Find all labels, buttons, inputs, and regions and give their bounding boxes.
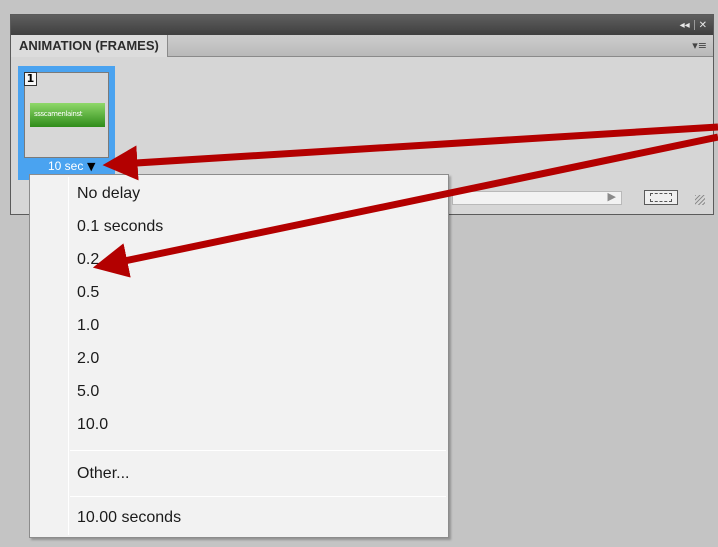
frame-1[interactable]: ssscamenlainst 1 10 sec ▼ xyxy=(18,66,115,180)
menu-item-10-0[interactable]: 10.0 xyxy=(77,416,108,434)
menu-item-0-2[interactable]: 0.2 xyxy=(77,251,99,269)
scroll-right-icon[interactable]: ▶ xyxy=(608,190,616,203)
close-icon[interactable]: ✕ xyxy=(699,20,707,31)
menu-item-current-delay[interactable]: 10.00 seconds xyxy=(77,509,181,527)
menu-item-5-0[interactable]: 5.0 xyxy=(77,383,99,401)
frame-preview-text: ssscamenlainst xyxy=(34,110,83,118)
menu-item-0-5[interactable]: 0.5 xyxy=(77,284,99,302)
menu-gutter xyxy=(68,177,69,535)
panel-menu-icon[interactable]: ▾≡ xyxy=(692,39,707,52)
menu-item-2-0[interactable]: 2.0 xyxy=(77,350,99,368)
menu-separator xyxy=(70,496,446,497)
tab-animation-frames[interactable]: ANIMATION (FRAMES) xyxy=(11,35,168,57)
panel-tab-bar: ANIMATION (FRAMES) ▾≡ xyxy=(11,35,713,57)
frame-delay-label[interactable]: 10 sec xyxy=(48,159,83,173)
new-frame-button[interactable] xyxy=(644,190,678,205)
collapse-icon[interactable]: ◂◂ xyxy=(680,20,690,31)
menu-item-no-delay[interactable]: No delay xyxy=(77,185,140,203)
title-divider xyxy=(693,20,695,30)
frame-preview-image: ssscamenlainst xyxy=(30,103,105,127)
resize-grip-icon[interactable] xyxy=(695,195,705,205)
menu-item-0-1-seconds[interactable]: 0.1 seconds xyxy=(77,218,163,236)
new-frame-icon xyxy=(650,193,672,202)
frames-scrollbar[interactable]: ▶ xyxy=(452,190,622,205)
frame-delay-menu: No delay 0.1 seconds 0.2 0.5 1.0 2.0 5.0… xyxy=(29,174,449,538)
frame-number: 1 xyxy=(24,72,37,86)
dropdown-arrow-icon[interactable]: ▼ xyxy=(87,160,95,173)
menu-item-1-0[interactable]: 1.0 xyxy=(77,317,99,335)
panel-title-bar: ◂◂ ✕ xyxy=(11,15,713,35)
menu-separator xyxy=(70,450,446,451)
menu-item-other[interactable]: Other... xyxy=(77,465,129,483)
